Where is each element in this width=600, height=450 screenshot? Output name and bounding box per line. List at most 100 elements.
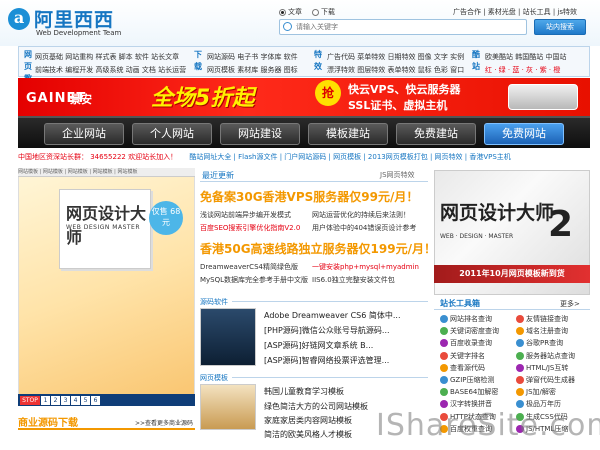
search-input[interactable] [296, 21, 516, 33]
radio-dot-icon [312, 8, 319, 16]
nav-cool-sites-row2[interactable]: 红 · 绿 · 蓝 · 灰 · 紫 · 橙 [485, 65, 560, 75]
watermark: IShareSite.com [376, 408, 600, 443]
tool-link[interactable]: BASE64加解密 [440, 387, 498, 397]
commercial-source-more-link[interactable]: >>查看更多商业源码 [135, 418, 193, 427]
nav-downloads-head[interactable]: 下载 [193, 49, 203, 73]
nav-effects-row2[interactable]: 漂浮特效 图层特效 表单特效 鼠标 色彩 窗口 [327, 65, 464, 75]
page-button[interactable]: 3 [61, 395, 70, 405]
list-item[interactable]: 绿色简洁大方的公司网站模板 [264, 401, 368, 412]
stop-button[interactable]: STOP [20, 395, 40, 405]
radio-download[interactable]: 下载 [312, 7, 335, 17]
list-item[interactable]: Adobe Dreamweaver CS6 简体中... [264, 310, 401, 321]
tool-link[interactable]: 服务器站点查询 [516, 351, 575, 361]
nav-downloads-row2[interactable]: 网页模板 素材库 服务器 图标 [207, 65, 298, 75]
tool-link[interactable]: 查看源代码 [440, 363, 485, 373]
tools-more-link[interactable]: 更多> [560, 299, 580, 309]
nav-tutorials: 网页教程 网页基础 网站重构 样式表 脚本 软件 站长文章 前端技术 编程开发 … [21, 47, 186, 95]
tool-icon [440, 339, 448, 348]
tool-link[interactable]: JS加/解密 [516, 387, 556, 397]
page-button[interactable]: 2 [51, 395, 60, 405]
top-links[interactable]: 广告合作 | 素材光盘 | 站长工具 | js特效 [453, 7, 577, 17]
page-button[interactable]: 1 [41, 395, 50, 405]
tool-link[interactable]: 谷歌PR查询 [516, 338, 563, 348]
btn-site-building[interactable]: 网站建设 [220, 123, 300, 145]
list-item[interactable]: 韩国儿童教育学习模板 [264, 386, 344, 397]
logo-icon[interactable]: a [8, 8, 30, 30]
book-cover: 网页设计大师 WEB DESIGN MASTER [59, 189, 151, 269]
nav-cool-sites-row1[interactable]: 欧美酷站 韩国酷站 中国站 [485, 52, 566, 62]
banner-slogan: 全场5折起 [151, 86, 255, 111]
tool-icon [440, 315, 448, 323]
site-logo-text[interactable]: 阿里西西 [34, 5, 114, 32]
promo-banner[interactable]: GAINET 景安 全场5折起 抢 快云VPS、快云服务器 SSL证书、虚拟主机 [18, 78, 590, 116]
featured-slideshow[interactable]: 网页设计大师 WEB DESIGN MASTER 仅售 68元 [18, 170, 195, 406]
tool-icon [440, 327, 448, 336]
btn-free-site[interactable]: 免费网站 [484, 123, 564, 145]
list-item[interactable]: 用户体验中的404错误页设计参考 [312, 223, 416, 233]
list-item[interactable]: MySQL数据库完全参考手册中文版 [200, 275, 308, 285]
tool-link[interactable]: 弹窗代码生成器 [516, 375, 575, 385]
btn-personal-site[interactable]: 个人网站 [132, 123, 212, 145]
tool-link[interactable]: 网站排名查询 [440, 314, 492, 324]
slideshow-tabs[interactable]: 网站模板 | 网站模板 | 网站模板 | 网站模板 | 网站模板 [18, 168, 195, 177]
tool-link[interactable]: 域名注册查询 [516, 326, 568, 336]
radio-article[interactable]: 文章 [279, 7, 302, 17]
nav-downloads-row1[interactable]: 网站源码 电子书 字体库 软件 [207, 52, 298, 62]
page-button[interactable]: 4 [71, 395, 80, 405]
tool-link[interactable]: 百度收录查询 [440, 338, 492, 348]
tool-icon [440, 363, 448, 372]
nav-cool-sites-head[interactable]: 酷站 [471, 49, 481, 73]
page-button[interactable]: 5 [81, 395, 90, 405]
page-button[interactable]: 6 [91, 395, 100, 405]
tool-label: JS加/解密 [526, 388, 556, 397]
list-item[interactable]: 浅谈网站前端异步编开发模式 [200, 210, 291, 220]
list-item[interactable]: DreamweaverCS4精简绿色版 [200, 262, 298, 272]
template-thumbnail[interactable] [200, 384, 256, 430]
section-web-templates[interactable]: 网页模板 [200, 373, 228, 383]
tool-link[interactable]: 关键词密度查询 [440, 326, 499, 336]
tool-label: 百度收录查询 [450, 339, 492, 348]
nav-tutorials-row2[interactable]: 前端技术 编程开发 高级系统 动画 文档 站长运营 [35, 65, 186, 75]
search-button[interactable]: 站内搜索 [534, 19, 586, 35]
headline-server[interactable]: 香港50G高速线路独立服务器仅199元/月！ [200, 240, 436, 257]
nav-downloads: 下载 网站源码 电子书 字体库 软件 网页模板 素材库 服务器 图标 [193, 47, 315, 76]
btn-enterprise-site[interactable]: 企业网站 [44, 123, 124, 145]
headline-vps[interactable]: 免备案30G香港VPS服务器仅99元/月！ [200, 188, 418, 205]
tool-link[interactable]: HTML/JS互转 [516, 363, 568, 373]
banner-subtitle: WEB · DESIGN · MASTER [440, 233, 514, 240]
list-item[interactable]: [PHP源码]微信公众账号导航源码... [264, 325, 390, 336]
tool-label: 关键字排名 [450, 351, 485, 360]
banner-sticker: 抢 [315, 80, 341, 106]
tool-label: 友情链接查询 [526, 315, 568, 323]
tool-label: 查看源代码 [450, 363, 485, 372]
list-item[interactable]: 家庭家居类内容网站模板 [264, 415, 352, 426]
nav-effects-row1[interactable]: 广告代码 菜单特效 日期特效 图像 文字 实例 [327, 52, 464, 62]
btn-free-building[interactable]: 免费建站 [396, 123, 476, 145]
list-item[interactable]: 网站运营优化的持续后来法则！ [312, 210, 410, 220]
tools-title[interactable]: 站长工具箱 [440, 298, 480, 309]
qq-group-notice[interactable]: 中国地区资深站长群： 34655222 欢迎站长加入！ [18, 153, 177, 161]
nav-tutorials-row1[interactable]: 网页基础 网站重构 样式表 脚本 软件 站长文章 [35, 52, 179, 62]
tool-link[interactable]: 关键字排名 [440, 351, 485, 361]
slideshow-controls: STOP 1 2 3 4 5 6 [18, 394, 195, 406]
software-thumbnail[interactable] [200, 308, 256, 366]
tool-label: 谷歌PR查询 [526, 339, 564, 348]
list-item[interactable]: 百度SEO搜索引擎优化指南V2.0 [200, 223, 300, 233]
site-logo-subtitle: Web Development Team [36, 29, 122, 37]
section-source-software[interactable]: 源码软件 [200, 297, 228, 307]
list-item[interactable]: [ASP源码]好链网文章系统 B... [264, 340, 373, 351]
tab-js-effects[interactable]: JS网页特效 [380, 170, 415, 180]
tool-label: GZIP压缩检测 [450, 376, 495, 384]
tool-icon [440, 376, 448, 384]
tab-latest[interactable]: 最近更新 [202, 170, 234, 181]
nav-effects-head[interactable]: 特效 [313, 49, 323, 73]
btn-template-building[interactable]: 模板建站 [308, 123, 388, 145]
quick-links[interactable]: 酷站网址大全 | Flash源文件 | 门户网站源码 | 网页模板 | 2013… [189, 153, 510, 161]
tool-link[interactable]: GZIP压缩检测 [440, 375, 495, 385]
list-item[interactable]: IIS6.0独立完整安装文件包 [312, 275, 395, 285]
list-item[interactable]: 一键安装php+mysql+myadmin [312, 262, 419, 272]
list-item[interactable]: [ASP源码]智睿网络投票评选管理... [264, 355, 389, 366]
tool-icon [516, 376, 524, 384]
tool-link[interactable]: 友情链接查询 [516, 314, 568, 324]
list-item[interactable]: 简洁的欧美风格人才模板 [264, 429, 352, 440]
